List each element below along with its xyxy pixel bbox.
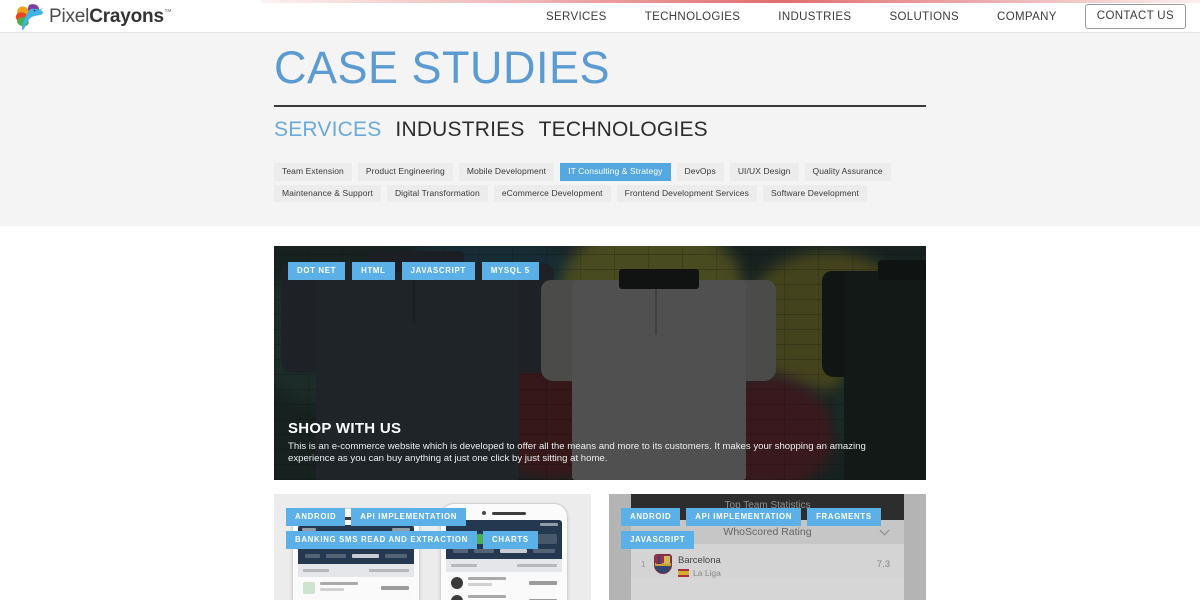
filter-team-extension[interactable]: Team Extension [274,163,352,181]
site-header: PixelCrayons™ SERVICES TECHNOLOGIES INDU… [0,0,1200,33]
tag-fragments[interactable]: FRAGMENTS [807,508,881,526]
case-study-grid: DOT NET HTML JAVASCRIPT MYSQL 5 SHOP WIT… [274,246,926,600]
filter-product-engineering[interactable]: Product Engineering [357,163,453,181]
case-study-card-shop-with-us[interactable]: DOT NET HTML JAVASCRIPT MYSQL 5 SHOP WIT… [274,246,926,480]
tag-javascript[interactable]: JAVASCRIPT [401,262,475,280]
hero-tag-list: DOT NET HTML JAVASCRIPT MYSQL 5 [288,262,888,280]
hero-caption: SHOP WITH US This is an e-commerce websi… [288,420,908,466]
tag-charts[interactable]: CHARTS [483,530,538,549]
logo-text-light: Pixel [49,5,90,27]
tag-html[interactable]: HTML [352,262,395,280]
case-study-row: ANDROID API IMPLEMENTATION BANKING SMS R… [274,494,926,600]
filter-row-2: Maintenance & Support Digital Transforma… [274,184,926,202]
case-study-card-banking-app[interactable]: ANDROID API IMPLEMENTATION BANKING SMS R… [274,494,591,600]
filter-digital-transformation[interactable]: Digital Transformation [386,184,488,202]
tag-mysql-5[interactable]: MYSQL 5 [481,262,539,280]
logo-text-bold: Crayons [89,5,164,27]
filter-quality-assurance[interactable]: Quality Assurance [804,163,891,181]
case-study-card-football-stats[interactable]: Top Team Statistics WhoScored Rating 1 B… [609,494,926,600]
case-study-description: This is an e-commerce website which is d… [288,440,866,465]
page-title: CASE STUDIES [274,42,611,93]
filter-ui-ux-design[interactable]: UI/UX Design [729,163,799,181]
nav-item-services[interactable]: SERVICES [527,11,626,23]
category-tabs: SERVICES INDUSTRIES TECHNOLOGIES [274,118,708,142]
filter-ecommerce-development[interactable]: eCommerce Development [493,184,611,202]
tag-android[interactable]: ANDROID [286,508,346,526]
page-load-progress-bar [262,0,1200,3]
nav-item-industries[interactable]: INDUSTRIES [759,11,870,23]
case-study-title: SHOP WITH US [288,419,402,437]
tag-javascript[interactable]: JAVASCRIPT [621,530,695,549]
filter-maintenance-support[interactable]: Maintenance & Support [274,184,381,202]
tag-api-implementation[interactable]: API IMPLEMENTATION [686,508,802,526]
service-filter-list: Team Extension Product Engineering Mobil… [274,163,926,206]
tab-technologies[interactable]: TECHNOLOGIES [539,118,708,142]
filter-mobile-development[interactable]: Mobile Development [458,163,555,181]
hummingbird-logo-icon [15,4,44,30]
logo-trademark: ™ [163,7,172,17]
banking-app-tag-list: ANDROID API IMPLEMENTATION BANKING SMS R… [286,508,590,549]
filter-it-consulting-strategy[interactable]: IT Consulting & Strategy [560,163,671,181]
nav-item-company[interactable]: COMPANY [978,11,1076,23]
nav-item-technologies[interactable]: TECHNOLOGIES [626,11,760,23]
filter-row-1: Team Extension Product Engineering Mobil… [274,163,926,181]
main-navigation: SERVICES TECHNOLOGIES INDUSTRIES SOLUTIO… [527,0,1192,33]
tag-banking-sms-read-and-extraction[interactable]: BANKING SMS READ AND EXTRACTION [286,530,478,549]
banner-content: CASE STUDIES SERVICES INDUSTRIES TECHNOL… [274,33,926,226]
filter-frontend-development-services[interactable]: Frontend Development Services [616,184,757,202]
filter-devops[interactable]: DevOps [676,163,724,181]
tab-services[interactable]: SERVICES [274,118,381,142]
site-logo[interactable]: PixelCrayons™ [14,2,172,31]
logo-wordmark: PixelCrayons™ [49,6,172,28]
tag-android[interactable]: ANDROID [621,508,681,526]
title-divider [274,105,926,107]
filter-software-development[interactable]: Software Development [762,184,867,202]
tag-dot-net[interactable]: DOT NET [288,262,346,280]
nav-item-solutions[interactable]: SOLUTIONS [870,11,978,23]
football-app-tag-list: ANDROID API IMPLEMENTATION FRAGMENTS JAV… [621,508,925,549]
tab-industries[interactable]: INDUSTRIES [395,118,524,142]
contact-us-button[interactable]: CONTACT US [1084,4,1186,29]
tag-api-implementation[interactable]: API IMPLEMENTATION [351,508,467,526]
page-banner: CASE STUDIES SERVICES INDUSTRIES TECHNOL… [0,33,1200,226]
